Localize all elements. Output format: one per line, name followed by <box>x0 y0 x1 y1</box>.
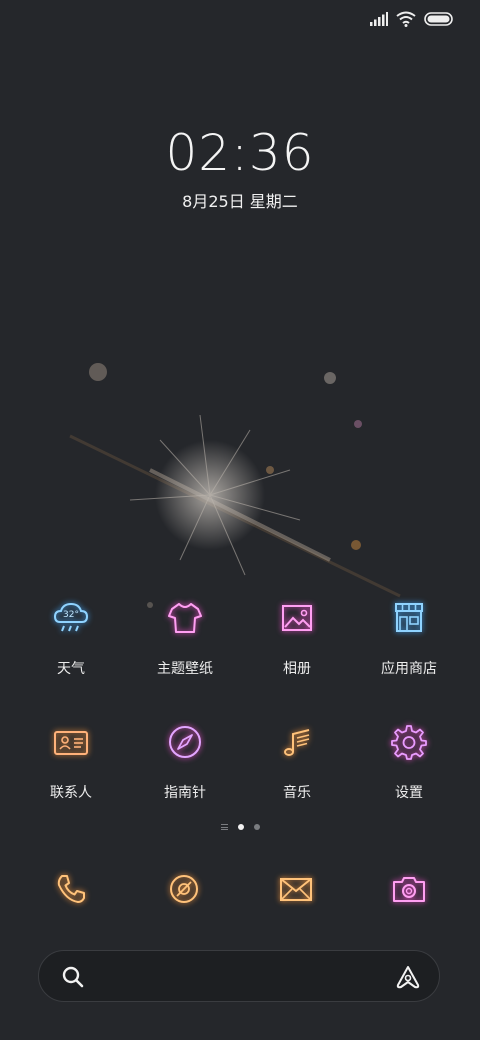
app-themes[interactable]: 主题壁纸 <box>130 596 240 678</box>
gear-icon <box>387 720 431 764</box>
store-icon <box>387 596 431 640</box>
tshirt-icon <box>163 596 207 640</box>
app-contacts[interactable]: 联系人 <box>16 720 126 802</box>
page-indicator-dot-active[interactable] <box>237 824 244 830</box>
page-indicator-dot[interactable] <box>253 824 260 830</box>
app-label-contacts: 联系人 <box>50 785 92 801</box>
app-label-compass: 指南针 <box>164 785 206 801</box>
clock-date: 8月25日 星期二 <box>182 192 298 211</box>
phone-icon[interactable] <box>49 867 93 911</box>
app-compass[interactable]: 指南针 <box>130 720 240 802</box>
page-indicator-feed[interactable] <box>220 824 228 830</box>
status-icons <box>370 11 454 27</box>
message-icon[interactable] <box>274 867 318 911</box>
app-label-gallery: 相册 <box>283 661 311 677</box>
battery-icon <box>424 12 453 26</box>
page-indicator[interactable] <box>0 824 480 830</box>
wifi-icon <box>396 11 416 27</box>
search-icon[interactable] <box>61 965 85 989</box>
sparkler-wallpaper <box>69 363 401 608</box>
app-weather[interactable]: 32° 天气 <box>16 596 126 678</box>
contacts-icon <box>49 720 93 764</box>
music-icon <box>275 720 319 764</box>
app-label-themes: 主题壁纸 <box>157 661 213 677</box>
browser-icon[interactable] <box>162 867 206 911</box>
clock-time: 02:36 <box>165 124 315 182</box>
app-store[interactable]: 应用商店 <box>354 596 464 678</box>
app-label-store: 应用商店 <box>381 661 437 677</box>
app-label-settings: 设置 <box>395 785 423 801</box>
signal-icon <box>370 12 388 26</box>
app-music[interactable]: 音乐 <box>242 720 352 802</box>
app-label-weather: 天气 <box>57 661 85 677</box>
gallery-icon <box>275 596 319 640</box>
compass-icon <box>163 720 207 764</box>
status-bar <box>0 0 480 40</box>
search-bar[interactable] <box>38 950 440 1002</box>
app-label-music: 音乐 <box>283 785 311 801</box>
weather-icon: 32° <box>49 596 93 640</box>
weather-temperature-badge: 32° <box>63 610 79 620</box>
app-gallery[interactable]: 相册 <box>242 596 352 678</box>
camera-icon[interactable] <box>387 867 431 911</box>
app-settings[interactable]: 设置 <box>354 720 464 802</box>
assistant-icon[interactable] <box>395 964 421 990</box>
